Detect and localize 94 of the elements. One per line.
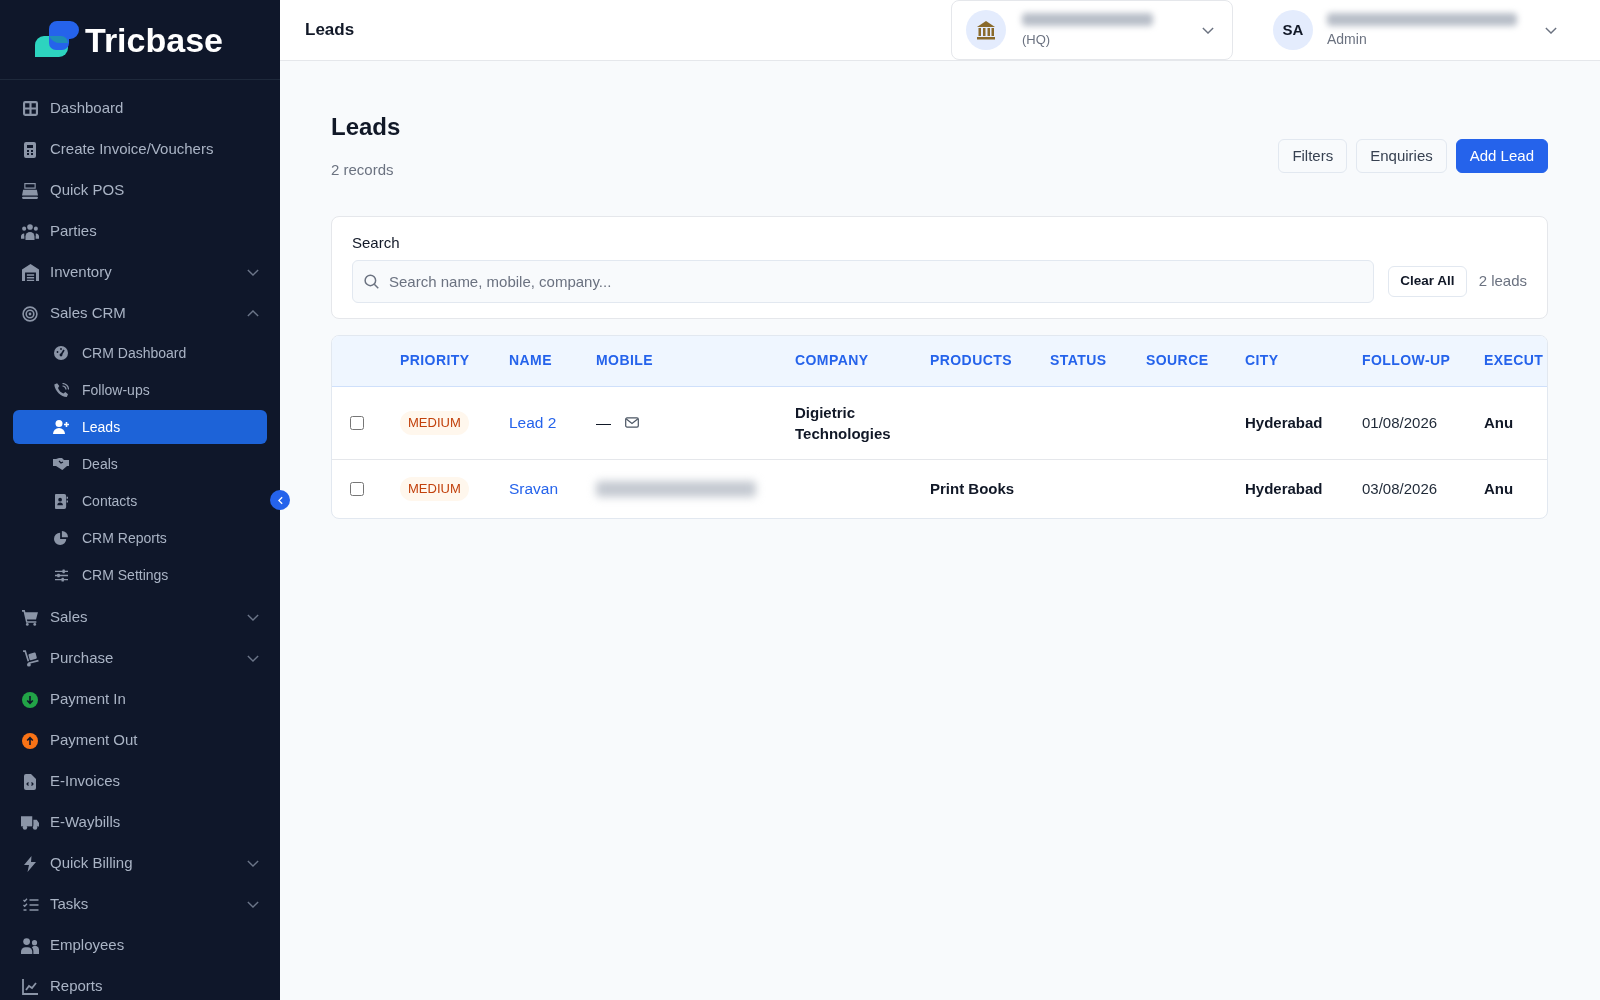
- sidebar-item[interactable]: Sales: [13, 597, 267, 638]
- table-cell: 01/08/2026: [1362, 386, 1484, 459]
- column-header: SOURCE: [1146, 336, 1245, 386]
- users-icon: [21, 937, 39, 954]
- handshake-icon: [53, 458, 69, 470]
- calculator-icon: [24, 141, 36, 158]
- chevron-down-icon: [1545, 26, 1557, 34]
- table-cell: Anu: [1484, 386, 1547, 459]
- row-checkbox[interactable]: [350, 415, 364, 430]
- priority-badge: MEDIUM: [400, 410, 469, 435]
- row-checkbox[interactable]: [350, 481, 364, 496]
- users-icon: [21, 223, 39, 240]
- sidebar-item[interactable]: Tasks: [13, 884, 267, 925]
- task-list-icon: [21, 897, 39, 912]
- column-header: CITY: [1245, 336, 1362, 386]
- user-role: Admin: [1327, 30, 1368, 48]
- column-header: STATUS: [1050, 336, 1146, 386]
- sidebar-item[interactable]: Quick POS: [13, 170, 267, 211]
- sidebar-item[interactable]: Parties: [13, 211, 267, 252]
- action-button[interactable]: Add Lead: [1455, 139, 1548, 173]
- table-cell: Digietric Technologies: [795, 386, 930, 459]
- column-header: COMPANY: [795, 336, 930, 386]
- column-header: EXECUT: [1484, 336, 1547, 386]
- cash-register-icon: [22, 182, 38, 199]
- sidebar-item[interactable]: E-Waybills: [13, 802, 267, 843]
- cart-icon: [21, 609, 39, 626]
- sidebar-item[interactable]: Inventory: [13, 252, 267, 293]
- lead-name-link[interactable]: Lead 2: [509, 414, 557, 431]
- grid-icon: [22, 101, 38, 116]
- sidebar-item[interactable]: Dashboard: [13, 88, 267, 129]
- line-chart-icon: [22, 978, 38, 995]
- sidebar-item[interactable]: Employees: [13, 925, 267, 966]
- page-title: Leads: [304, 19, 355, 42]
- sidebar-item[interactable]: Sales CRM: [13, 293, 267, 334]
- chevron-left-icon: [277, 495, 283, 505]
- hand-truck-icon: [21, 650, 39, 667]
- chevron-down-icon: [1202, 26, 1214, 34]
- action-button[interactable]: Enquiries: [1356, 139, 1447, 173]
- bank-icon: [966, 10, 1006, 50]
- lead-count: 2 leads: [1478, 271, 1527, 292]
- logo-icon: [35, 20, 79, 59]
- collapse-sidebar-button[interactable]: [270, 490, 290, 510]
- sidebar-subitem[interactable]: CRM Dashboard: [13, 336, 267, 370]
- table-cell: Hyderabad: [1245, 386, 1362, 459]
- search-icon: [364, 274, 379, 289]
- phone-icon: [53, 382, 69, 398]
- table-cell: 03/08/2026: [1362, 459, 1484, 518]
- gauge-icon: [54, 346, 68, 360]
- column-header: FOLLOW-UP: [1362, 336, 1484, 386]
- sidebar-item[interactable]: Reports: [13, 966, 267, 1000]
- sidebar-item[interactable]: Purchase: [13, 638, 267, 679]
- arrow-up-circle-icon: [22, 732, 38, 749]
- sidebar-subitem[interactable]: Deals: [13, 447, 267, 481]
- mail-icon: [625, 417, 639, 428]
- column-header: MOBILE: [596, 336, 795, 386]
- column-header: PRODUCTS: [930, 336, 1050, 386]
- warehouse-icon: [21, 264, 39, 281]
- table-cell: Print Books: [930, 459, 1050, 518]
- table-cell: Hyderabad: [1245, 459, 1362, 518]
- truck-icon: [21, 815, 39, 830]
- sidebar-item[interactable]: E-Invoices: [13, 761, 267, 802]
- clear-all-button[interactable]: Clear All: [1388, 266, 1467, 297]
- sidebar-item[interactable]: Payment Out: [13, 720, 267, 761]
- action-button[interactable]: Filters: [1278, 139, 1348, 173]
- user-menu-button[interactable]: [1545, 26, 1557, 34]
- logo-text: Tricbase: [85, 22, 223, 57]
- arrow-down-circle-icon: [22, 691, 38, 708]
- search-field[interactable]: Search name, mobile, company...: [352, 260, 1375, 303]
- sidebar-subitem[interactable]: Follow-ups: [13, 373, 267, 407]
- sidebar-item[interactable]: Create Invoice/Vouchers: [13, 129, 267, 170]
- sidebar-subitem[interactable]: CRM Settings: [13, 558, 267, 592]
- target-icon: [22, 305, 38, 322]
- user-avatar: SA: [1273, 10, 1313, 50]
- sidebar-item[interactable]: Quick Billing: [13, 843, 267, 884]
- lightning-bolt-icon: [24, 855, 36, 872]
- branch-selector[interactable]: (HQ): [951, 0, 1233, 60]
- priority-badge: MEDIUM: [400, 476, 469, 501]
- page-heading: Leads: [331, 112, 401, 142]
- record-count: 2 records: [331, 160, 395, 180]
- sliders-icon: [53, 568, 69, 582]
- file-code-icon: [24, 773, 36, 790]
- column-header: PRIORITY: [400, 336, 509, 386]
- pie-chart-icon: [54, 531, 68, 545]
- sidebar-subitem[interactable]: Contacts: [13, 484, 267, 518]
- sidebar-item[interactable]: Payment In: [13, 679, 267, 720]
- table-cell: Anu: [1484, 459, 1547, 518]
- contact-book-icon: [54, 493, 68, 509]
- user-plus-icon: [53, 420, 69, 434]
- column-header: NAME: [509, 336, 596, 386]
- lead-name-link[interactable]: Sravan: [509, 480, 559, 498]
- search-label: Search: [352, 233, 401, 253]
- sidebar-subitem[interactable]: Leads: [13, 410, 267, 444]
- mobile-text: —: [596, 413, 611, 433]
- sidebar-subitem[interactable]: CRM Reports: [13, 521, 267, 555]
